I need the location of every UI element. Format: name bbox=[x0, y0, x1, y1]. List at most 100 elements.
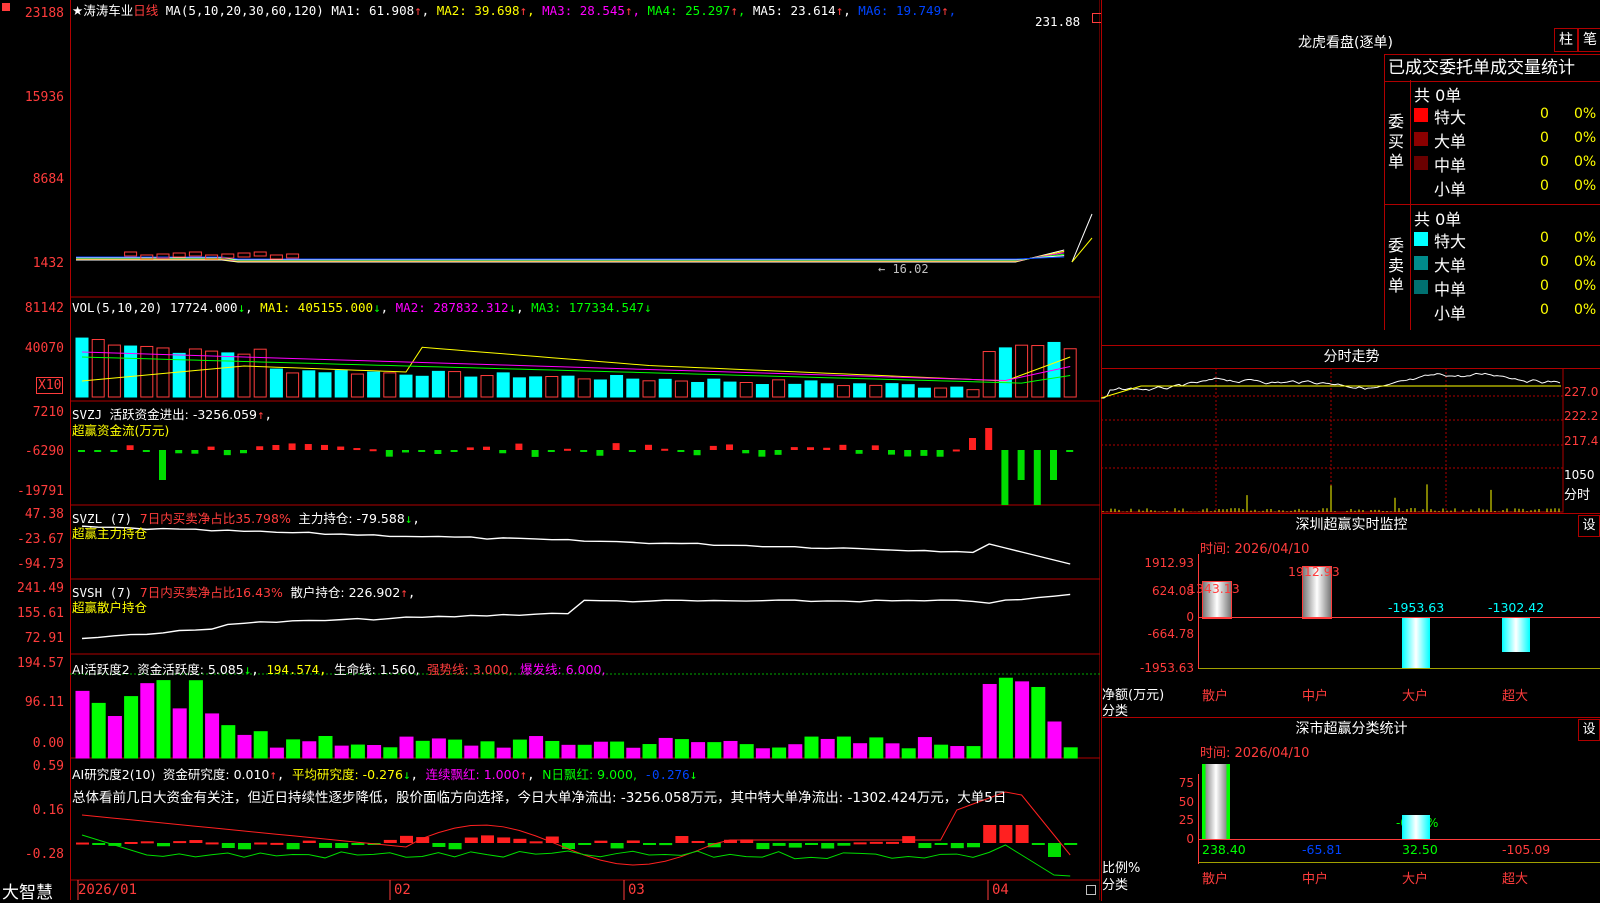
svzj-bar bbox=[580, 450, 588, 452]
vol-bar bbox=[415, 375, 429, 398]
ai1-bar bbox=[869, 737, 884, 759]
svzj-bar bbox=[1050, 450, 1057, 480]
svzj-bar bbox=[240, 450, 247, 454]
ai2-bar bbox=[788, 843, 802, 848]
ai1-d5: 爆发线: 6.000, bbox=[520, 662, 606, 677]
svzj-bar bbox=[418, 450, 426, 452]
svzj-bar bbox=[272, 444, 280, 450]
sz-bar-4[interactable] bbox=[1502, 617, 1530, 652]
vol-bar bbox=[642, 380, 656, 398]
sh-axis-2: 25 bbox=[1178, 813, 1194, 827]
buy-row-3: 中单 0 0% bbox=[1412, 152, 1600, 175]
legend-swatch bbox=[1414, 280, 1428, 294]
vol-value: 17724.000 bbox=[169, 300, 238, 315]
row-label: 大单 bbox=[1434, 132, 1467, 151]
svzj-bar bbox=[904, 450, 912, 457]
lhb-subtitle: 已成交委托单成交量统计 bbox=[1384, 54, 1600, 82]
candle bbox=[253, 251, 267, 257]
sz-bar-3[interactable] bbox=[1402, 617, 1430, 669]
row-label: 小单 bbox=[1434, 180, 1467, 199]
ai1-bar bbox=[853, 743, 868, 759]
row-count: 0 bbox=[1540, 130, 1549, 146]
ai1-label: AI活跃度2 bbox=[72, 662, 130, 677]
ai1-bar bbox=[917, 737, 932, 759]
ai2-bar bbox=[934, 843, 948, 845]
sh-bar-value: -65.81 bbox=[1302, 842, 1343, 857]
vol-bar bbox=[998, 347, 1012, 398]
xaxis-mar: 03 bbox=[628, 882, 645, 898]
ai1-bar bbox=[334, 745, 349, 759]
vol-bar bbox=[237, 353, 251, 398]
sh-stat-panel: 深市超赢分类统计 设 时间: 2026/04/10 比例% 分类 -0.24% … bbox=[1101, 717, 1600, 901]
ai1-bar bbox=[529, 736, 544, 759]
svzj-bar bbox=[547, 450, 555, 452]
svzj-bar bbox=[969, 438, 976, 450]
ai1-bar bbox=[901, 748, 916, 759]
ma-name: MA5: bbox=[752, 3, 784, 18]
ai2-bar bbox=[1064, 843, 1078, 845]
stroke-mode-button[interactable]: 笔 bbox=[1578, 28, 1600, 52]
ai1-bar bbox=[610, 741, 625, 759]
ai2-bar bbox=[286, 843, 300, 850]
svzj-bar bbox=[466, 447, 474, 450]
sh-y-axis-line bbox=[1198, 774, 1199, 864]
ai1-bar bbox=[205, 713, 220, 759]
svsh-sub: 超赢散户持仓 bbox=[72, 600, 148, 615]
ai2-bar bbox=[950, 843, 964, 849]
ai1-bar bbox=[691, 742, 706, 759]
xaxis-apr: 04 bbox=[992, 882, 1009, 898]
vol-bar bbox=[221, 352, 235, 398]
ai2-bar bbox=[254, 842, 268, 845]
sh-zero-line bbox=[1198, 839, 1600, 840]
period-label[interactable]: 日线 bbox=[133, 3, 158, 18]
ai1-bar bbox=[674, 739, 689, 759]
sh-bar-3[interactable] bbox=[1402, 814, 1430, 839]
vol-bar bbox=[966, 389, 980, 398]
sz-y-axis-line bbox=[1198, 554, 1199, 669]
candle bbox=[172, 252, 186, 258]
vol-bar bbox=[772, 379, 786, 398]
vol-bar bbox=[610, 374, 624, 398]
ai1-bar bbox=[1031, 686, 1046, 759]
ai2-bar bbox=[643, 843, 656, 845]
vol-bar bbox=[917, 387, 931, 398]
lock-icon[interactable] bbox=[1086, 885, 1096, 895]
ai2-bar bbox=[481, 835, 494, 843]
stock-name[interactable]: ★涛涛车业 bbox=[72, 3, 133, 18]
svzj-sub: 超赢资金流(万元) bbox=[72, 423, 170, 438]
ai1-bar bbox=[318, 735, 333, 759]
vol-bar bbox=[431, 370, 445, 398]
row-pct: 0% bbox=[1574, 278, 1597, 294]
intraday-chart[interactable] bbox=[1101, 368, 1600, 513]
ai1-bar bbox=[512, 739, 527, 759]
sh-settings-button[interactable]: 设 bbox=[1578, 719, 1600, 741]
lhb-divider bbox=[1385, 204, 1600, 205]
vol-bar bbox=[269, 368, 283, 398]
svzj-bar bbox=[483, 446, 490, 450]
vol-ma3: MA3: 177334.547 bbox=[531, 300, 645, 315]
sz-monitor-panel: 深圳超赢实时监控 设 时间: 2026/04/10 净额(万元) 分类 1912… bbox=[1101, 513, 1600, 719]
ai1-bar bbox=[788, 744, 803, 759]
vol-bar bbox=[448, 371, 462, 398]
sell-row-4: 小单 0 0% bbox=[1412, 300, 1600, 323]
ai1-bar bbox=[950, 746, 965, 759]
sh-cat-label: 超大 bbox=[1502, 872, 1529, 887]
ai1-bar bbox=[140, 683, 155, 759]
svzj-bar bbox=[758, 450, 766, 457]
ma-item-4: MA4: 25.297↑, bbox=[647, 3, 753, 18]
ai2-bar bbox=[383, 839, 397, 843]
bar-mode-button[interactable]: 柱 bbox=[1554, 28, 1578, 52]
svzj-bar bbox=[871, 445, 879, 450]
ai1-bar bbox=[642, 744, 657, 759]
ai2-bar bbox=[189, 840, 203, 843]
ai1-bar bbox=[739, 744, 754, 759]
sh-bar-1[interactable] bbox=[1202, 764, 1230, 839]
vol-bar bbox=[156, 347, 170, 398]
svzj-bar bbox=[531, 450, 539, 457]
sz-settings-button[interactable]: 设 bbox=[1578, 515, 1600, 537]
ai2-bar bbox=[675, 836, 689, 843]
price-spike-ma bbox=[1071, 237, 1093, 263]
ma-label: MA(5,10,20,30,60,120) bbox=[165, 3, 324, 18]
legend-swatch bbox=[1414, 232, 1428, 246]
vol-bar bbox=[674, 380, 688, 398]
